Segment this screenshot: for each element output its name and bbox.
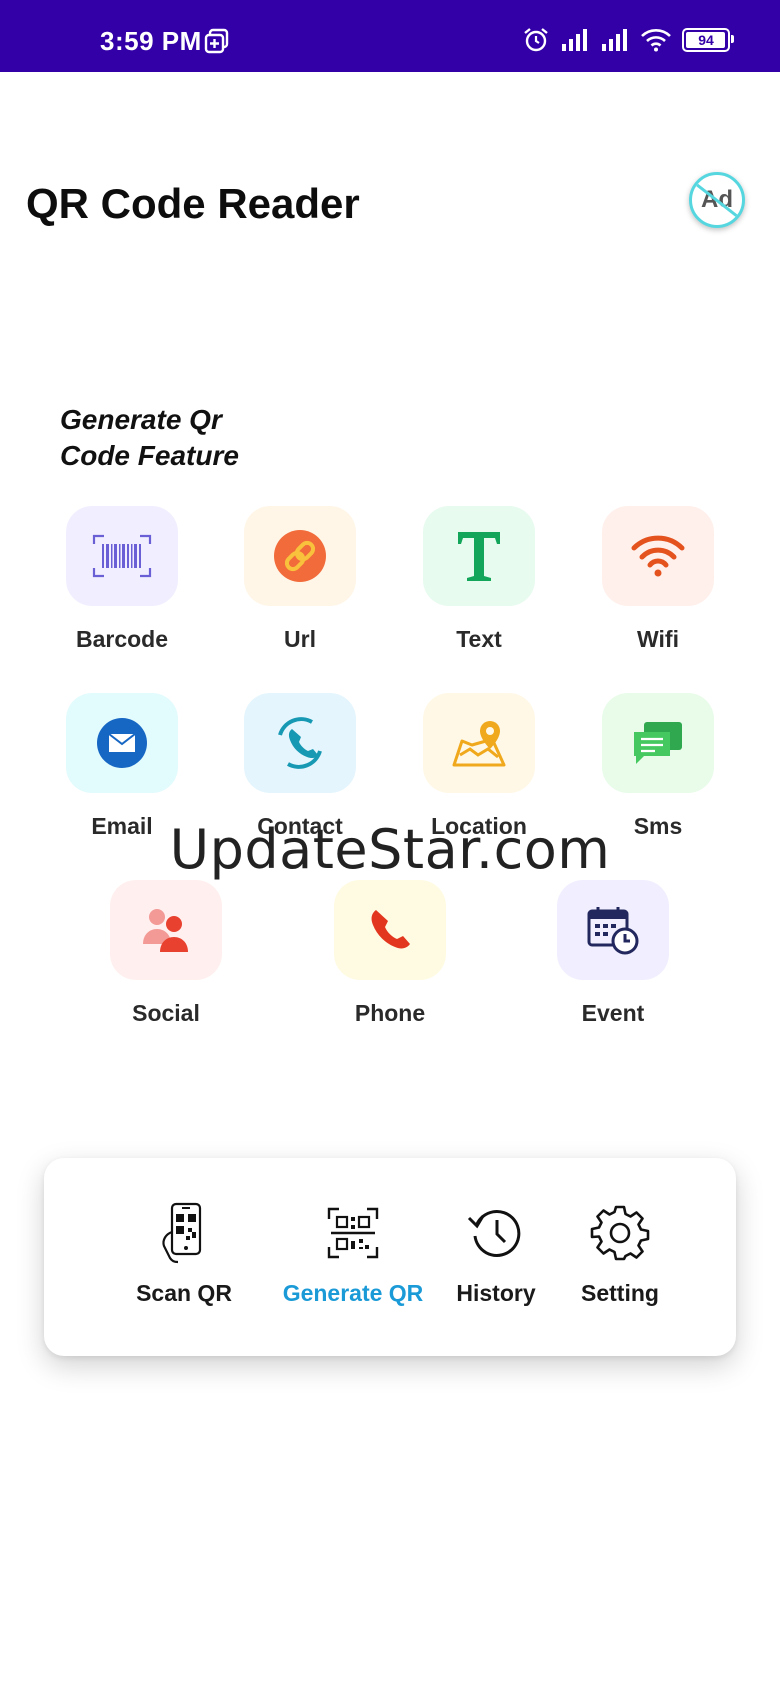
feature-label: Wifi bbox=[637, 626, 679, 652]
status-bar: 3:59 PM 94 bbox=[0, 0, 780, 72]
battery-icon: 94 bbox=[682, 28, 734, 52]
status-time: 3:59 PM bbox=[100, 26, 202, 56]
ad-label: Ad bbox=[701, 186, 733, 213]
feature-label: Social bbox=[132, 1000, 200, 1026]
bottom-nav: Scan QR Generate QR History Setting bbox=[44, 1158, 736, 1356]
contact-phone-icon bbox=[244, 693, 356, 793]
phone-icon bbox=[334, 880, 446, 980]
section-title: Generate Qr Code Feature bbox=[60, 404, 239, 471]
nav-scan-qr[interactable]: Scan QR bbox=[134, 1200, 234, 1307]
signal-icon bbox=[562, 29, 587, 51]
remove-ads-button[interactable]: Ad bbox=[689, 172, 745, 228]
gear-icon bbox=[564, 1200, 676, 1266]
feature-social[interactable]: Social bbox=[76, 880, 256, 1027]
nav-label: Scan QR bbox=[136, 1280, 232, 1306]
scan-phone-icon bbox=[134, 1200, 234, 1266]
wifi-status-icon bbox=[641, 29, 671, 52]
feature-event[interactable]: Event bbox=[523, 880, 703, 1027]
history-icon bbox=[440, 1200, 552, 1266]
nav-setting[interactable]: Setting bbox=[564, 1200, 676, 1307]
alarm-icon bbox=[524, 28, 548, 52]
wifi-icon bbox=[602, 506, 714, 606]
social-people-icon bbox=[110, 880, 222, 980]
nav-history[interactable]: History bbox=[440, 1200, 552, 1307]
feature-barcode[interactable]: Barcode bbox=[32, 506, 212, 653]
nav-label: History bbox=[456, 1280, 536, 1306]
feature-label: Barcode bbox=[75, 626, 169, 652]
feature-text[interactable]: Text bbox=[389, 506, 569, 653]
text-icon bbox=[423, 506, 535, 606]
feature-label: Phone bbox=[354, 1000, 426, 1026]
feature-label: Url bbox=[284, 626, 316, 652]
status-icons: 94 bbox=[522, 26, 734, 54]
map-location-icon bbox=[423, 693, 535, 793]
nav-label: Generate QR bbox=[282, 1280, 424, 1306]
feature-label: Text bbox=[456, 626, 502, 652]
signal-icon-2 bbox=[602, 29, 627, 51]
qr-code-icon bbox=[270, 1200, 436, 1266]
sms-icon bbox=[602, 693, 714, 793]
watermark-text: UpdateStar.com bbox=[169, 818, 611, 881]
nav-generate-qr[interactable]: Generate QR bbox=[270, 1200, 436, 1307]
feature-wifi[interactable]: Wifi bbox=[568, 506, 748, 653]
calendar-event-icon bbox=[557, 880, 669, 980]
nav-label: Setting bbox=[581, 1280, 659, 1306]
sim-toolkit-icon bbox=[204, 28, 230, 59]
email-icon bbox=[66, 693, 178, 793]
feature-label: Event bbox=[581, 1000, 645, 1026]
barcode-icon bbox=[66, 506, 178, 606]
link-icon bbox=[244, 506, 356, 606]
feature-phone[interactable]: Phone bbox=[300, 880, 480, 1027]
battery-level: 94 bbox=[698, 32, 714, 48]
feature-url[interactable]: Url bbox=[210, 506, 390, 653]
page-title: QR Code Reader bbox=[26, 180, 360, 227]
